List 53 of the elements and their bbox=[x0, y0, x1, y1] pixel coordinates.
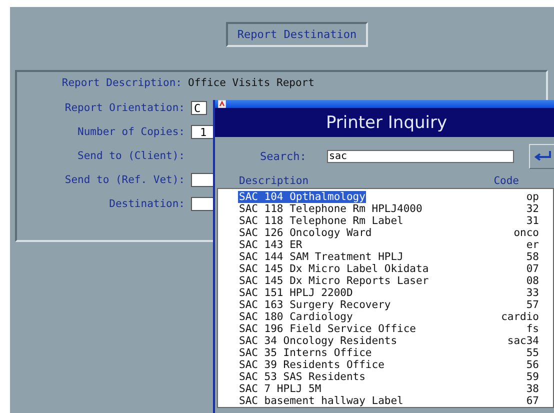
report-title: Report Destination bbox=[226, 22, 368, 47]
enter-icon bbox=[533, 150, 553, 162]
enter-button[interactable] bbox=[529, 144, 554, 168]
printer-description[interactable]: SAC 151 HPLJ 2200D bbox=[238, 287, 354, 299]
field-label: Destination: bbox=[108, 198, 186, 210]
field-label: Send to (Client): bbox=[76, 150, 186, 162]
printer-code: cardio bbox=[501, 311, 539, 323]
printer-code: 07 bbox=[526, 263, 539, 275]
printer-description[interactable]: SAC 145 Dx Micro Label Okidata bbox=[238, 263, 430, 275]
column-header: Description bbox=[239, 175, 309, 188]
printer-code: 31 bbox=[526, 215, 539, 227]
printer-description[interactable]: SAC 35 Interns Office bbox=[238, 347, 373, 359]
printer-description[interactable]: SAC 118 Telephone Rm Label bbox=[238, 215, 404, 227]
printer-code: fs bbox=[526, 323, 539, 335]
field-value: Office Visits Report bbox=[188, 77, 314, 89]
field-label: Report Description: bbox=[60, 77, 183, 89]
printer-code: 56 bbox=[526, 359, 539, 371]
printer-code: 38 bbox=[526, 383, 539, 395]
printer-description[interactable]: SAC 118 Telephone Rm HPLJ4000 bbox=[238, 203, 424, 215]
printer-description[interactable]: SAC 143 ER bbox=[238, 239, 304, 251]
printer-description[interactable]: SAC 180 Cardiology bbox=[238, 311, 354, 323]
printer-description[interactable]: SAC 53 SAS Residents bbox=[238, 371, 366, 383]
field-label: Report Orientation: bbox=[64, 102, 186, 114]
printer-description[interactable]: SAC 163 Surgery Recovery bbox=[238, 299, 392, 311]
printer-code: 55 bbox=[526, 347, 539, 359]
printer-code: 33 bbox=[526, 287, 539, 299]
printer-code: 67 bbox=[526, 395, 539, 407]
field-label: Send to (Ref. Vet): bbox=[64, 174, 186, 186]
printer-description[interactable]: SAC 34 Oncology Residents bbox=[238, 335, 398, 347]
search-field[interactable]: sac bbox=[327, 150, 514, 162]
printer-code: op bbox=[526, 191, 539, 203]
printer-description[interactable]: SAC 7 HPLJ 5M bbox=[238, 383, 322, 395]
printer-code: er bbox=[526, 239, 539, 251]
printer-code: 08 bbox=[526, 275, 539, 287]
printer-code: onco bbox=[514, 227, 539, 239]
printer-description[interactable]: SAC 126 Oncology Ward bbox=[238, 227, 373, 239]
app-icon bbox=[218, 100, 226, 108]
column-header: Code bbox=[494, 175, 519, 188]
dialog-title: Printer Inquiry bbox=[326, 112, 448, 132]
input-field[interactable]: C bbox=[191, 101, 207, 115]
printer-code: 59 bbox=[526, 371, 539, 383]
printer-description[interactable]: SAC 145 Dx Micro Reports Laser bbox=[238, 275, 430, 287]
printer-description[interactable]: SAC 196 Field Service Office bbox=[238, 323, 418, 335]
printer-description[interactable]: SAC basement hallway Label bbox=[238, 395, 404, 407]
search-label: Search: bbox=[260, 150, 308, 162]
printer-code: 57 bbox=[526, 299, 539, 311]
field-label: Number of Copies: bbox=[76, 126, 186, 138]
printer-code: 32 bbox=[526, 203, 539, 215]
printer-description[interactable]: SAC 39 Residents Office bbox=[238, 359, 386, 371]
printer-description[interactable]: SAC 104 Opthalmology bbox=[238, 191, 366, 203]
printer-code: sac34 bbox=[507, 335, 539, 347]
printer-description[interactable]: SAC 144 SAM Treatment HPLJ bbox=[238, 251, 404, 263]
printer-code: 58 bbox=[526, 251, 539, 263]
